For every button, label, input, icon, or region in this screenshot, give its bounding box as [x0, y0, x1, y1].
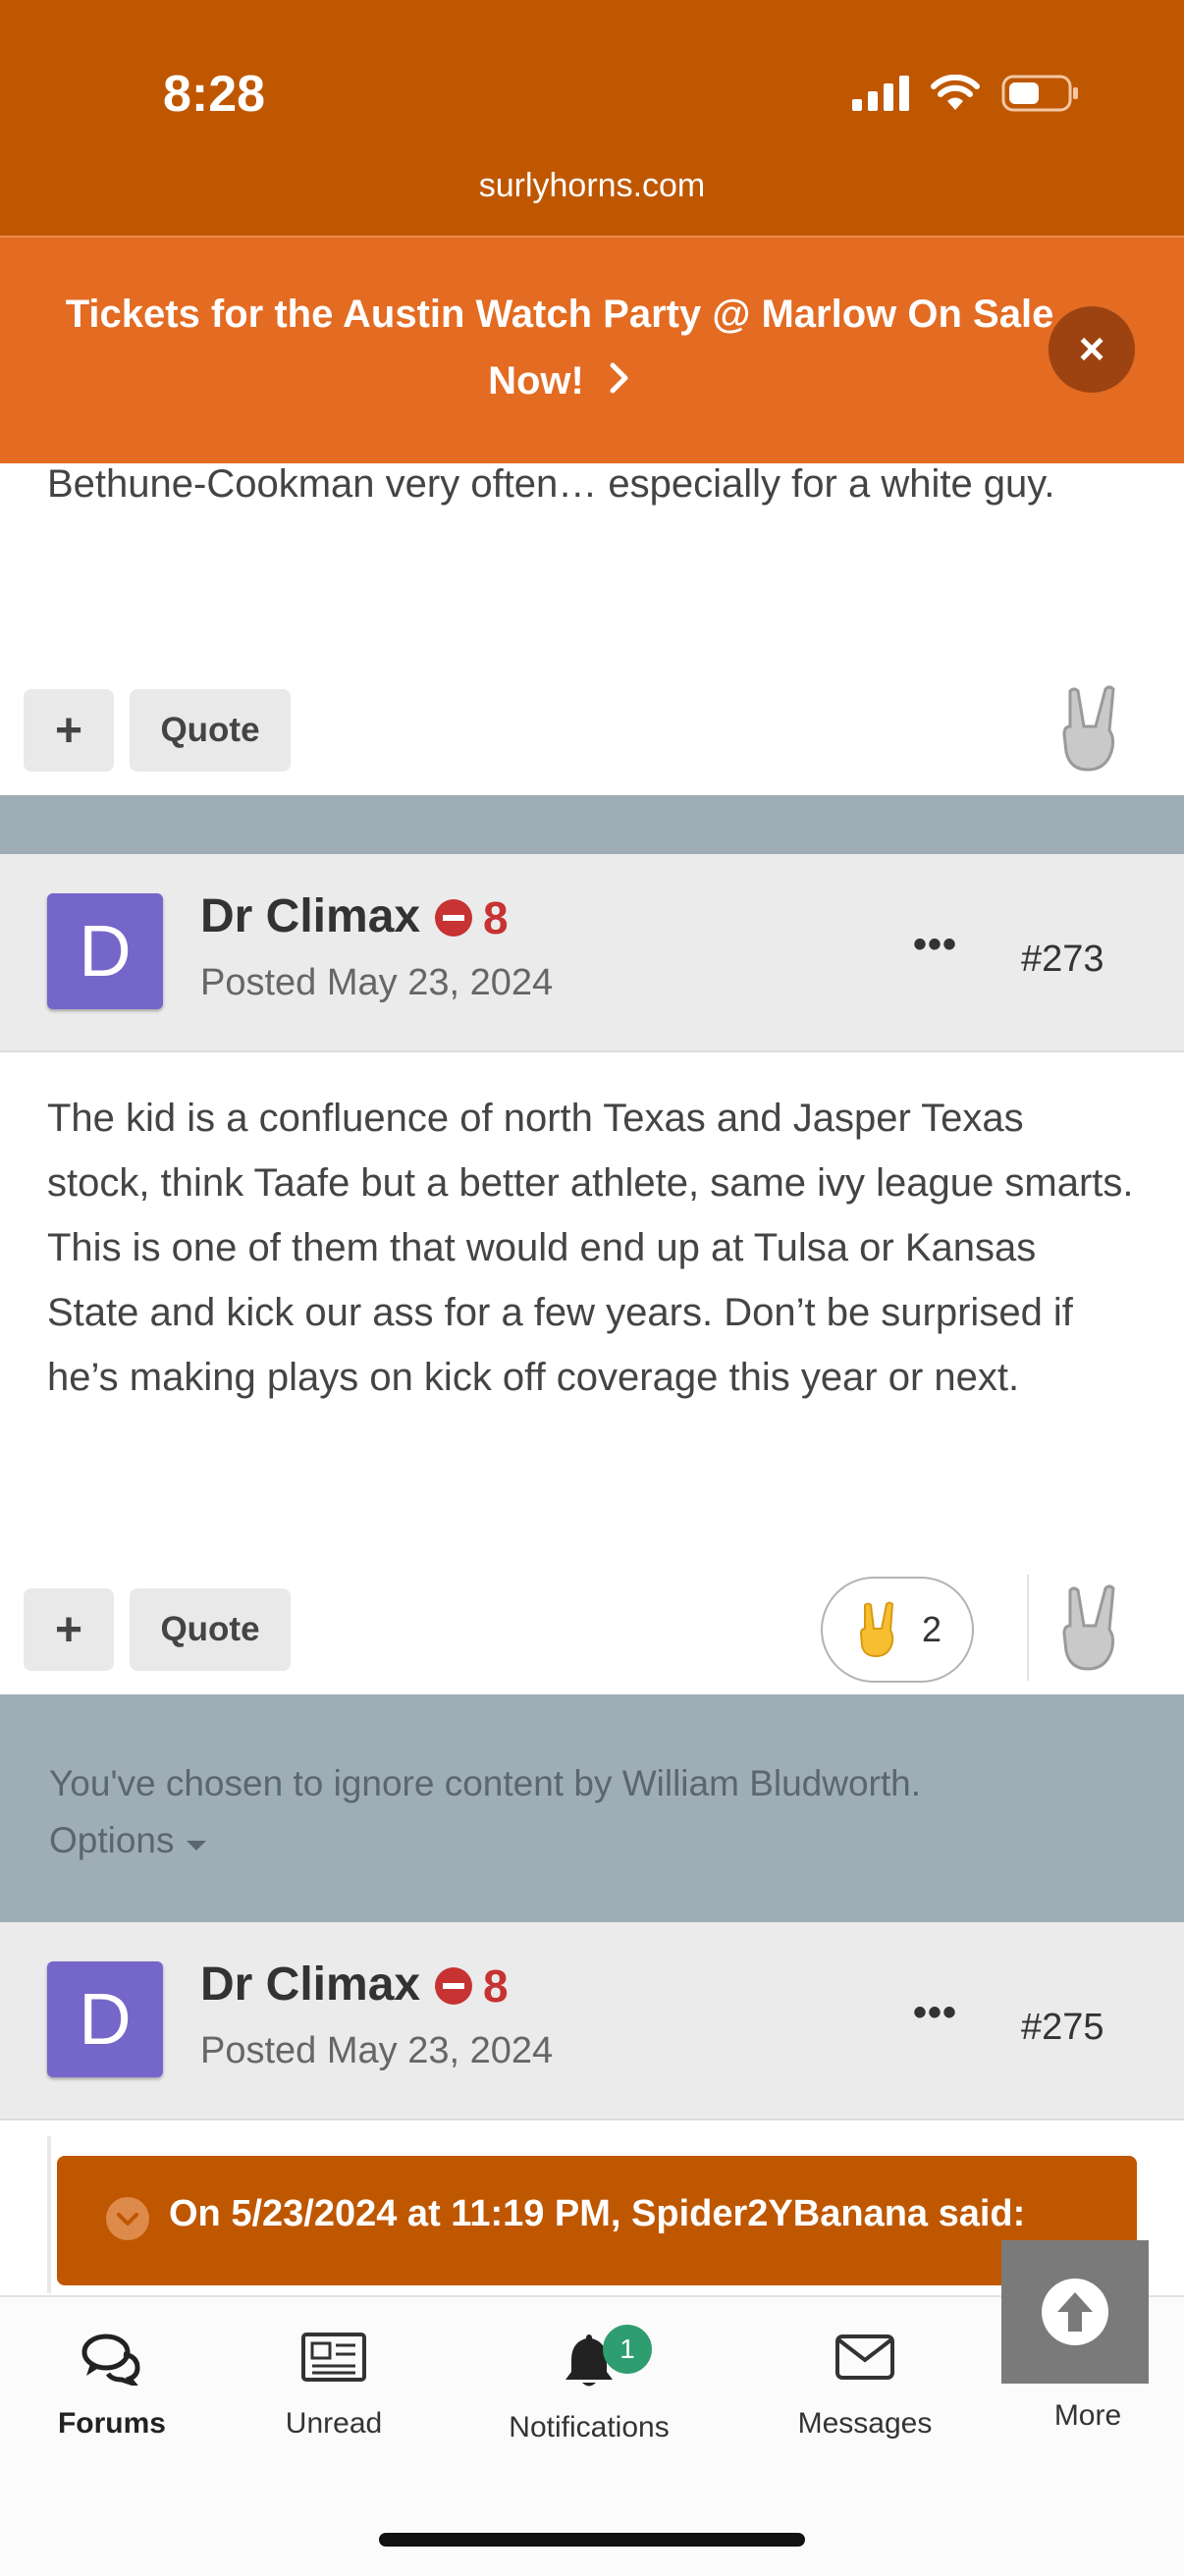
posted-date: Posted May 23, 2024	[200, 2030, 554, 2071]
scroll-to-top-button[interactable]	[1001, 2240, 1149, 2384]
tab-forums-label: Forums	[57, 2407, 166, 2440]
minus-circle-icon	[435, 899, 472, 937]
home-indicator[interactable]	[379, 2533, 805, 2547]
tab-notifications-label: Notifications	[509, 2411, 670, 2443]
previous-post-body: Bethune-Cookman very often… especially f…	[47, 462, 1055, 506]
post-number[interactable]: #275	[1021, 2007, 1104, 2049]
ignore-options-dropdown[interactable]: Options	[49, 1820, 208, 1860]
post-header: D Dr Climax 8 Posted May 23, 2024 ••• #2…	[0, 854, 1184, 1052]
quote-header-text: On 5/23/2024 at 11:19 PM, Spider2YBanana…	[169, 2193, 1026, 2234]
ignored-content-notice: You've chosen to ignore content by Willi…	[0, 1694, 1184, 1922]
tab-messages-label: Messages	[797, 2407, 933, 2440]
reputation-badge: 8	[434, 1959, 509, 2012]
forums-icon	[81, 2334, 141, 2389]
reaction-count: 2	[921, 1609, 942, 1649]
horns-reaction-icon[interactable]	[1052, 1583, 1131, 1673]
address-bar-url[interactable]: surlyhorns.com	[0, 167, 1184, 205]
newspaper-icon	[301, 2333, 366, 2382]
reputation-badge: 8	[434, 891, 509, 944]
post-options-icon[interactable]: •••	[913, 923, 957, 967]
tab-unread[interactable]: Unread	[265, 2331, 403, 2441]
horns-reaction-icon[interactable]	[1052, 683, 1131, 774]
tab-more-label: More	[1053, 2399, 1122, 2432]
signal-icon	[852, 76, 909, 111]
ignore-options-label: Options	[49, 1820, 175, 1860]
announcement-close-button[interactable]: ×	[1049, 306, 1135, 393]
collapse-quote-icon[interactable]	[106, 2197, 149, 2240]
quote-button[interactable]: Quote	[130, 689, 291, 772]
add-reaction-button[interactable]: +	[24, 1588, 114, 1671]
post-separator	[0, 795, 1184, 854]
avatar[interactable]: D	[47, 893, 163, 1009]
reaction-count-button[interactable]: 2	[821, 1577, 974, 1683]
post-options-icon[interactable]: •••	[913, 1991, 957, 2035]
author-name[interactable]: Dr Climax	[200, 889, 420, 943]
quote-header[interactable]: On 5/23/2024 at 11:19 PM, Spider2YBanana…	[57, 2156, 1137, 2285]
author-name[interactable]: Dr Climax	[200, 1958, 420, 2012]
notification-badge: 1	[603, 2325, 652, 2374]
tab-messages[interactable]: Messages	[785, 2331, 944, 2441]
announcement-link[interactable]: Tickets for the Austin Watch Party @ Mar…	[59, 281, 1060, 416]
announcement-text: Tickets for the Austin Watch Party @ Mar…	[65, 293, 1054, 402]
post-body: The kid is a confluence of north Texas a…	[47, 1097, 1134, 1399]
minus-circle-icon	[435, 1967, 472, 2005]
posted-date: Posted May 23, 2024	[200, 962, 554, 1003]
post-header: D Dr Climax 8 Posted May 23, 2024 ••• #2…	[0, 1922, 1184, 2120]
add-reaction-button[interactable]: +	[24, 689, 114, 772]
chevron-right-icon	[608, 349, 631, 416]
quote-button[interactable]: Quote	[130, 1588, 291, 1671]
tab-notifications[interactable]: Notifications	[491, 2331, 687, 2444]
quote-border	[47, 2136, 51, 2293]
status-bar: 8:28 surlyhorns.com	[0, 0, 1184, 236]
reaction-divider	[1027, 1575, 1029, 1681]
wifi-icon	[931, 75, 980, 110]
reputation-value: 8	[483, 1960, 509, 2012]
status-icons	[852, 75, 1080, 112]
horns-emoji-icon	[859, 1601, 894, 1658]
avatar[interactable]: D	[47, 1961, 163, 2077]
tab-unread-label: Unread	[285, 2407, 383, 2440]
arrow-up-circle-icon	[1042, 2279, 1108, 2345]
battery-icon	[1001, 75, 1078, 112]
announcement-banner[interactable]: Tickets for the Austin Watch Party @ Mar…	[0, 236, 1184, 463]
ignored-content-text: You've chosen to ignore content by Willi…	[49, 1763, 922, 1803]
tab-forums[interactable]: Forums	[39, 2331, 185, 2441]
envelope-icon	[835, 2334, 894, 2380]
status-time: 8:28	[163, 66, 266, 123]
post-number[interactable]: #273	[1021, 939, 1104, 981]
reputation-value: 8	[483, 892, 509, 943]
caret-down-icon	[186, 1841, 206, 1851]
